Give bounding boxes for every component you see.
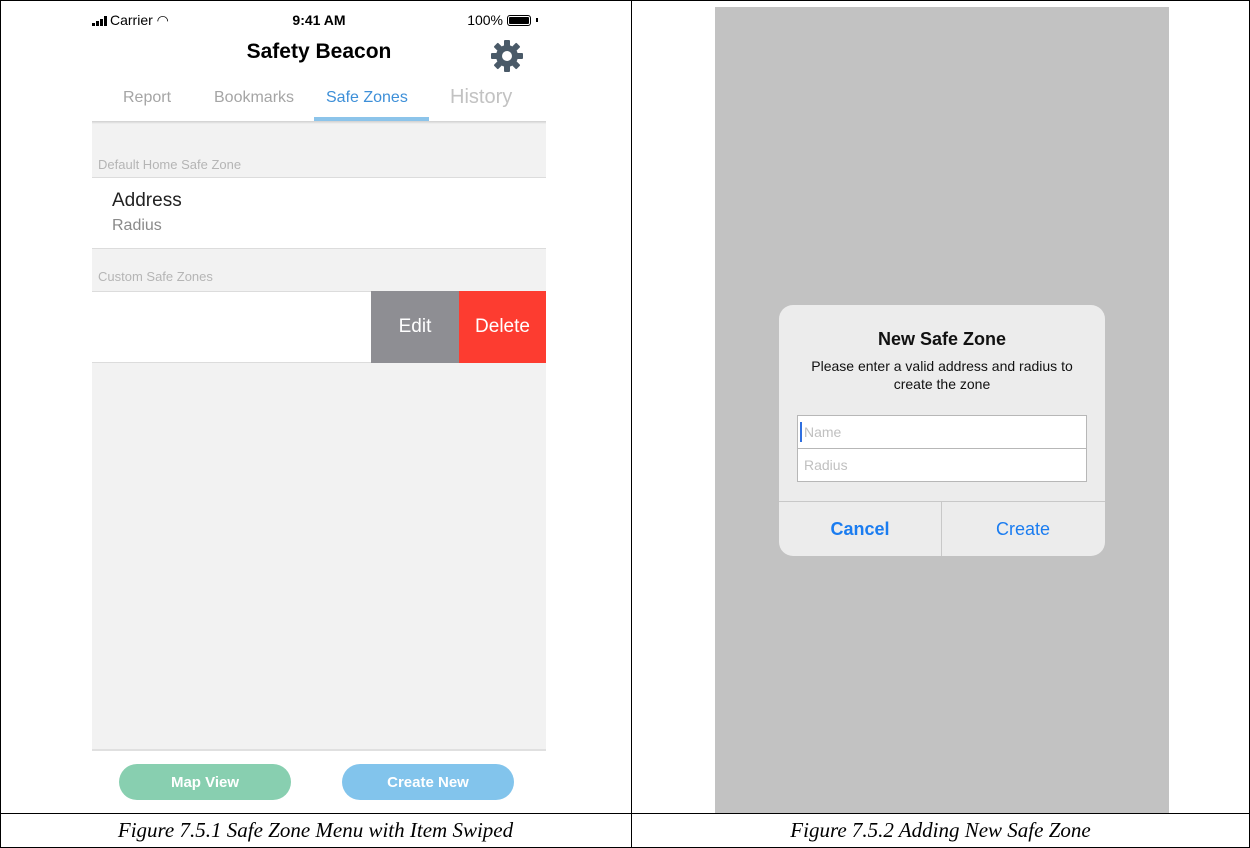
tab-bookmarks[interactable]: Bookmarks	[214, 89, 294, 107]
create-new-button[interactable]: Create New	[342, 764, 514, 800]
caption-left: Figure 7.5.1 Safe Zone Menu with Item Sw…	[117, 818, 514, 842]
frame-top	[0, 0, 1250, 1]
dialog-message: Please enter a valid address and radius …	[811, 358, 1073, 392]
battery-indicator: 100%	[467, 12, 538, 28]
dialog-title: New Safe Zone	[877, 329, 1007, 349]
default-zone-radius: Radius	[112, 217, 162, 234]
new-safe-zone-dialog: New Safe Zone Please enter a valid addre…	[779, 305, 1105, 556]
safe-zone-screen: Carrier ◠ 9:41 AM 100% Safety Beacon Rep…	[92, 7, 546, 813]
tab-safe-zones[interactable]: Safe Zones	[326, 89, 408, 107]
tab-report[interactable]: Report	[123, 89, 171, 107]
cancel-button[interactable]: Cancel	[779, 502, 941, 556]
section-header-custom: Custom Safe Zones	[98, 269, 213, 284]
radius-field[interactable]: Radius	[797, 448, 1087, 482]
caption-right: Figure 7.5.2 Adding New Safe Zone	[790, 818, 1091, 842]
battery-percent: 100%	[467, 12, 503, 28]
name-placeholder: Name	[804, 424, 842, 440]
delete-button[interactable]: Delete	[459, 291, 546, 363]
edit-button[interactable]: Edit	[371, 291, 459, 363]
status-bar: Carrier ◠ 9:41 AM 100%	[92, 7, 546, 33]
tab-shadow	[92, 121, 546, 124]
default-zone-row[interactable]	[92, 177, 546, 249]
name-field[interactable]: Name	[797, 415, 1087, 449]
tab-history[interactable]: History	[450, 86, 512, 109]
text-cursor	[800, 422, 802, 442]
frame-left	[0, 0, 1, 848]
frame-middle	[631, 0, 632, 848]
create-button[interactable]: Create	[942, 502, 1104, 556]
gear-icon[interactable]	[489, 38, 525, 74]
battery-icon	[507, 14, 531, 26]
tab-bar: Report Bookmarks Safe Zones History	[92, 83, 546, 121]
map-view-button[interactable]: Map View	[119, 764, 291, 800]
section-header-default: Default Home Safe Zone	[98, 157, 242, 172]
radius-placeholder: Radius	[804, 457, 848, 473]
new-safe-zone-screen: New Safe Zone Please enter a valid addre…	[715, 7, 1169, 813]
page-title: Safety Beacon	[246, 40, 392, 63]
default-zone-address: Address	[112, 190, 182, 211]
